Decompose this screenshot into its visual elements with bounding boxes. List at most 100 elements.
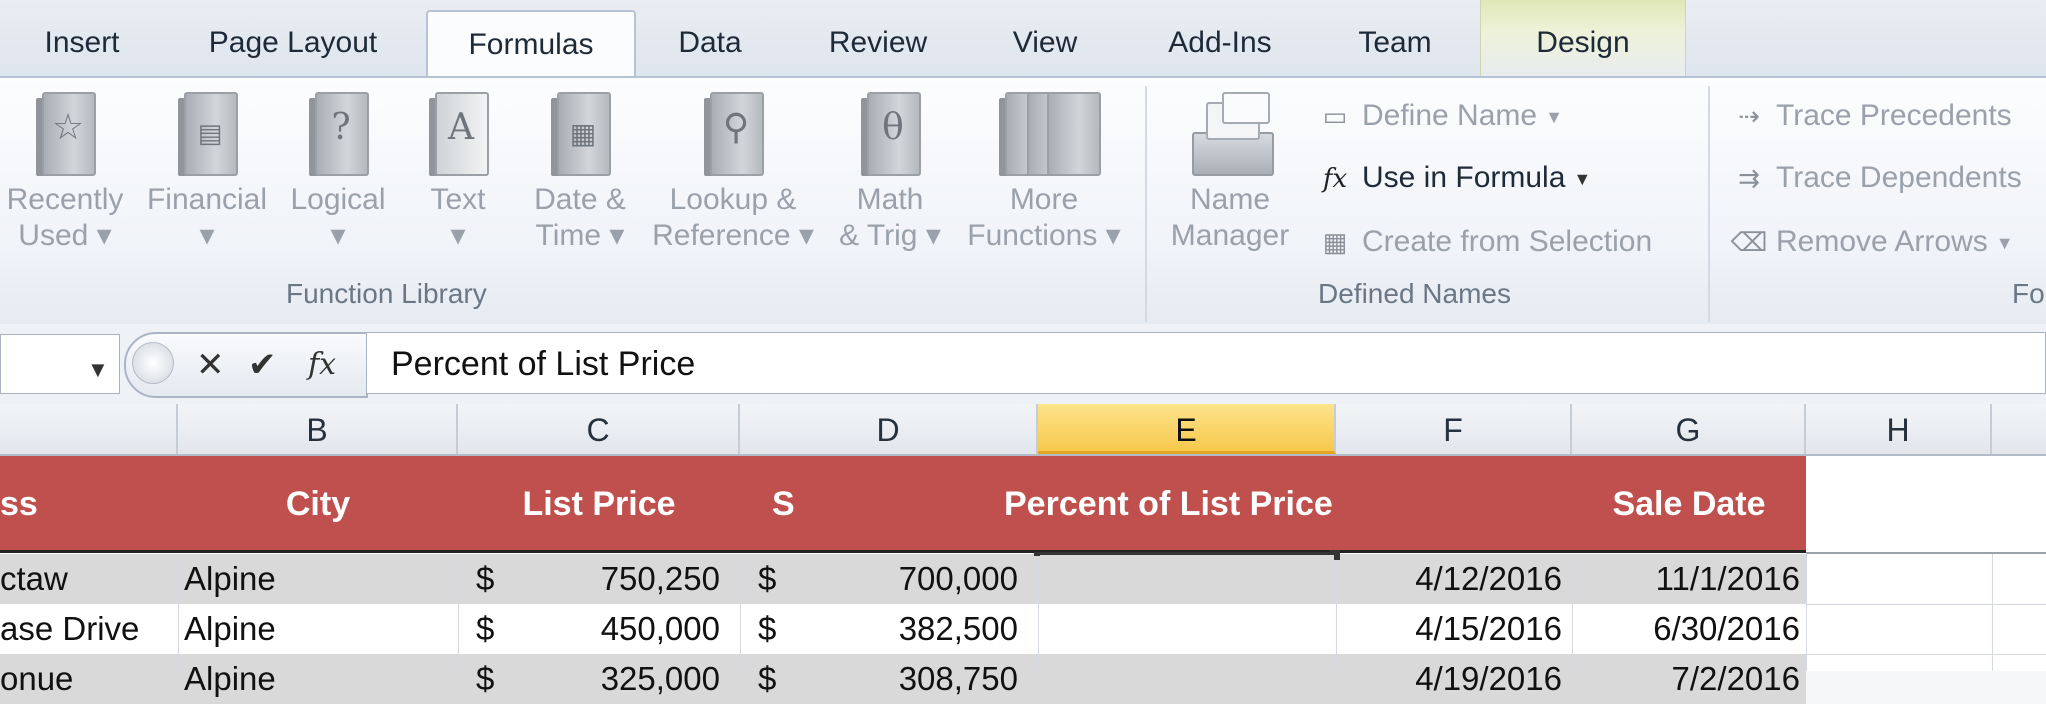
grid-line [1806, 552, 2046, 554]
more-functions-label: More Functions ▾ [967, 183, 1121, 252]
financial-book-icon: ▤ [178, 92, 238, 176]
grid-line [1038, 554, 1039, 671]
define-name-button[interactable]: ▭ Define Name ▼ [1314, 94, 1563, 138]
enter-icon[interactable]: ✔ [248, 334, 277, 396]
cell-list-date[interactable]: 4/12/2016 [1338, 555, 1562, 603]
tab-formulas[interactable]: Formulas [426, 10, 636, 78]
recently-used-label: Recently Used ▾ [6, 183, 124, 252]
trace-precedents-button[interactable]: ⇢ Trace Precedents [1728, 94, 2012, 138]
column-header-a[interactable] [0, 404, 178, 454]
remove-arrows-button[interactable]: ⌫ Remove Arrows ▼ [1728, 220, 2014, 264]
tab-insert[interactable]: Insert [12, 18, 152, 68]
more-books-icon [999, 92, 1101, 176]
column-header-f[interactable]: F [1336, 404, 1572, 454]
cell-city[interactable]: Alpine [184, 605, 454, 653]
name-manager-icon [1188, 92, 1274, 176]
column-header-e[interactable]: E [1038, 404, 1336, 454]
header-cell-sale-date[interactable]: Sale Date [1572, 456, 1806, 552]
cell-percent[interactable] [1040, 605, 1334, 653]
cell-city[interactable]: Alpine [184, 555, 454, 603]
cell-address[interactable]: onue [0, 655, 176, 703]
cell-percent[interactable] [1040, 655, 1334, 703]
tab-team[interactable]: Team [1330, 18, 1460, 68]
column-header-row: B C D E F G H [0, 404, 2046, 456]
cell-list-price[interactable]: 750,250 [520, 555, 720, 603]
trace-dependents-label: Trace Dependents [1776, 161, 2022, 194]
tab-design[interactable]: Design [1480, 0, 1686, 76]
cell-sale-price[interactable]: 700,000 [800, 555, 1018, 603]
create-from-selection-button[interactable]: ▦ Create from Selection [1314, 220, 1652, 264]
cell-list-price-currency[interactable]: $ [476, 555, 516, 603]
cell-list-price[interactable]: 325,000 [520, 655, 720, 703]
text-button[interactable]: A Text ▾ [408, 78, 508, 278]
formula-bar: ▼ ✕ ✔ fx Percent of List Price [0, 324, 2046, 404]
header-cell-city[interactable]: City [178, 456, 458, 552]
text-book-icon: A [429, 92, 489, 176]
formula-input[interactable]: Percent of List Price [366, 332, 2046, 394]
cell-sale-price[interactable]: 308,750 [800, 655, 1018, 703]
defined-names-group-label: Defined Names [1318, 278, 1511, 309]
cell-sale-date[interactable]: 11/1/2016 [1574, 555, 1800, 603]
cell-list-price-currency[interactable]: $ [476, 655, 516, 703]
cell-list-date[interactable]: 4/19/2016 [1338, 655, 1562, 703]
cell-sale-price[interactable]: 382,500 [800, 605, 1018, 653]
expand-handle-icon[interactable] [132, 342, 174, 384]
cell-sale-date[interactable]: 6/30/2016 [1574, 605, 1800, 653]
tab-view[interactable]: View [980, 18, 1110, 68]
grid-line [458, 554, 459, 671]
tab-add-ins[interactable]: Add-Ins [1140, 18, 1300, 68]
grid-line [1806, 604, 2046, 605]
column-header-i[interactable] [1992, 404, 2046, 454]
header-cell-percent-of-list-price[interactable]: Percent of List Price [820, 456, 1572, 552]
cell-sale-price-currency[interactable]: $ [758, 605, 798, 653]
name-box[interactable]: ▼ [0, 334, 120, 394]
cell-list-date[interactable]: 4/15/2016 [1338, 605, 1562, 653]
chevron-down-icon[interactable]: ▼ [87, 357, 109, 383]
logical-label: Logical ▾ [290, 183, 386, 252]
tab-data[interactable]: Data [650, 18, 770, 68]
trace-dependents-icon: ⇉ [1738, 163, 1760, 193]
tab-page-layout[interactable]: Page Layout [178, 18, 408, 68]
column-header-h[interactable]: H [1806, 404, 1992, 454]
cell-address[interactable]: ctaw [0, 555, 176, 603]
cell-city[interactable]: Alpine [184, 655, 454, 703]
column-header-b[interactable]: B [178, 404, 458, 454]
group-separator [1145, 86, 1147, 322]
grid-line [740, 554, 741, 671]
recently-used-button[interactable]: ☆ Recently Used ▾ [0, 78, 130, 278]
use-in-formula-button[interactable]: fx Use in Formula ▼ [1314, 156, 1591, 200]
header-cell-address[interactable]: ss [0, 456, 178, 552]
logical-button[interactable]: ? Logical ▾ [282, 78, 394, 278]
logical-book-icon: ? [309, 92, 369, 176]
column-header-g[interactable]: G [1572, 404, 1806, 454]
cell-list-price-currency[interactable]: $ [476, 605, 516, 653]
grid-line [1806, 654, 2046, 655]
create-from-selection-icon: ▦ [1322, 227, 1348, 257]
header-cell-list-price[interactable]: List Price [458, 456, 740, 552]
cell-list-price[interactable]: 450,000 [520, 605, 720, 653]
insert-function-icon[interactable]: fx [308, 334, 336, 396]
math-trig-label: Math & Trig ▾ [839, 183, 941, 252]
financial-button[interactable]: ▤ Financial ▾ [138, 78, 276, 278]
tab-review[interactable]: Review [800, 18, 956, 68]
name-manager-button[interactable]: Name Manager [1160, 78, 1300, 278]
math-trig-button[interactable]: θ Math & Trig ▾ [828, 78, 952, 278]
group-separator [1708, 86, 1710, 322]
cell-sale-date[interactable]: 7/2/2016 [1574, 655, 1800, 703]
cell-sale-price-currency[interactable]: $ [758, 555, 798, 603]
column-header-d[interactable]: D [740, 404, 1038, 454]
grid-line [178, 554, 179, 671]
column-header-c[interactable]: C [458, 404, 740, 454]
cell-address[interactable]: ase Drive [0, 605, 176, 653]
date-time-button[interactable]: ▦ Date & Time ▾ [522, 78, 638, 278]
lookup-reference-button[interactable]: ⚲ Lookup & Reference ▾ [648, 78, 818, 278]
trace-precedents-icon: ⇢ [1738, 101, 1760, 131]
trace-dependents-button[interactable]: ⇉ Trace Dependents [1728, 156, 2022, 200]
cell-sale-price-currency[interactable]: $ [758, 655, 798, 703]
financial-label: Financial ▾ [146, 183, 268, 252]
cell-percent[interactable] [1040, 555, 1334, 603]
date-time-label: Date & Time ▾ [534, 183, 626, 252]
cancel-icon[interactable]: ✕ [196, 334, 225, 396]
more-functions-button[interactable]: More Functions ▾ [958, 78, 1130, 278]
date-time-book-icon: ▦ [551, 92, 611, 176]
